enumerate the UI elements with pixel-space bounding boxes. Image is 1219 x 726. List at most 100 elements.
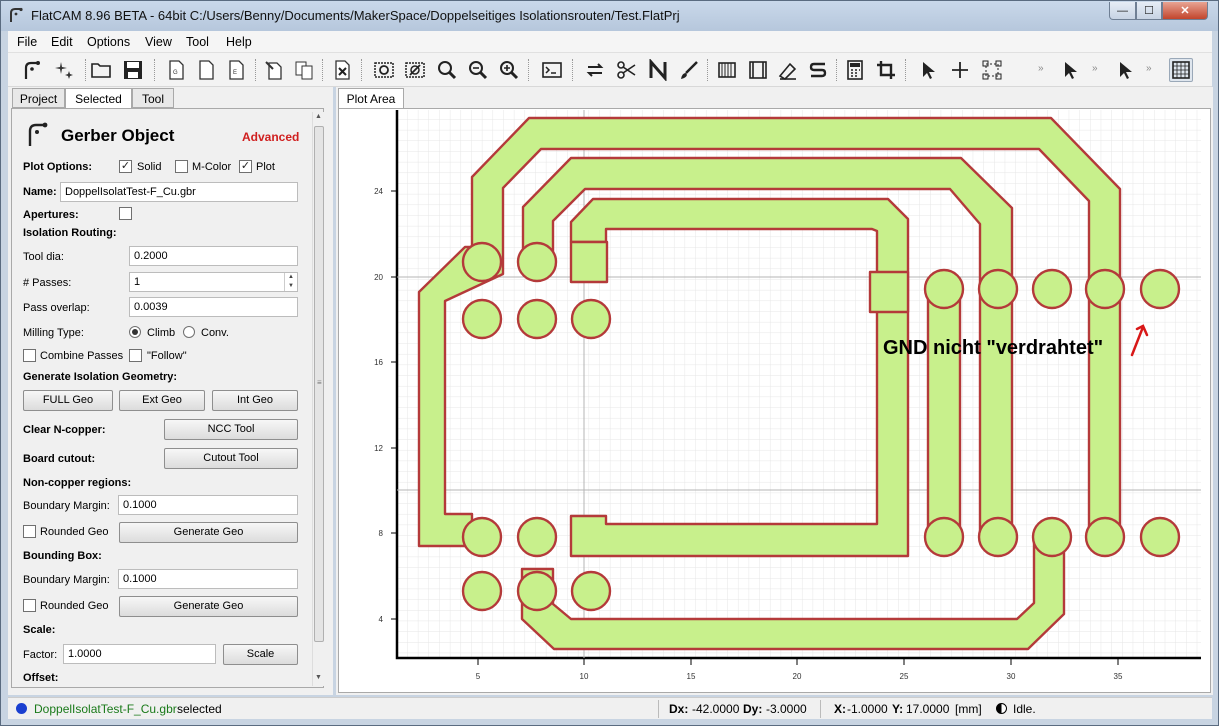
paint-brush-icon[interactable]: [677, 58, 701, 82]
toolbar-overflow-1[interactable]: »: [1038, 63, 1044, 74]
pad: [570, 298, 612, 340]
new-document-icon[interactable]: [194, 58, 218, 82]
scale-button[interactable]: Scale: [223, 644, 298, 665]
substract-icon[interactable]: [806, 58, 830, 82]
select-arrow-icon[interactable]: [1114, 58, 1138, 82]
new-gerber-icon[interactable]: G: [164, 58, 188, 82]
y-tick-label: 4: [379, 615, 384, 624]
close-button[interactable]: ✕: [1162, 2, 1208, 20]
ncc-icon[interactable]: [646, 58, 670, 82]
toolbar-overflow-3[interactable]: »: [1146, 63, 1152, 74]
boundary-margin-field[interactable]: 0.1000: [118, 495, 298, 515]
menu-view[interactable]: View: [145, 35, 172, 49]
spin-arrows-icon[interactable]: ▲ ▼: [284, 273, 297, 291]
factor-field[interactable]: 1.0000: [63, 644, 216, 664]
shell-icon[interactable]: [540, 58, 564, 82]
tab-tool[interactable]: Tool: [132, 88, 174, 108]
panelize-icon[interactable]: [715, 58, 739, 82]
flatcam-logo-icon[interactable]: [20, 58, 44, 82]
bb-margin-field[interactable]: 0.1000: [118, 569, 298, 589]
cutout-tool-button[interactable]: Cutout Tool: [164, 448, 298, 469]
pad: [461, 516, 503, 558]
window-title: FlatCAM 8.96 BETA - 64bit C:/Users/Benny…: [31, 8, 680, 23]
generate-geo-button[interactable]: Generate Geo: [119, 522, 298, 543]
toolbar-overflow-2[interactable]: »: [1092, 63, 1098, 74]
plot-checkbox[interactable]: ✓: [239, 160, 252, 173]
solder-paste-icon[interactable]: [776, 58, 800, 82]
minimize-button[interactable]: —: [1109, 2, 1136, 20]
title-bar: FlatCAM 8.96 BETA - 64bit C:/Users/Benny…: [1, 1, 1218, 31]
cut-icon[interactable]: [615, 58, 639, 82]
flip-icon[interactable]: [583, 58, 607, 82]
conv-radio[interactable]: [183, 326, 195, 338]
clear-plot-icon[interactable]: [403, 58, 427, 82]
climb-radio[interactable]: [129, 326, 141, 338]
plot-options-label: Plot Options:: [23, 161, 93, 173]
menu-file[interactable]: File: [17, 35, 37, 49]
menu-options[interactable]: Options: [87, 35, 130, 49]
delete-object-icon[interactable]: [330, 58, 354, 82]
tab-plot-area[interactable]: Plot Area: [338, 88, 404, 109]
menu-edit[interactable]: Edit: [51, 35, 73, 49]
maximize-button[interactable]: ☐: [1136, 2, 1162, 20]
combine-passes-checkbox[interactable]: [23, 349, 36, 362]
unit-label: [mm]: [955, 702, 982, 716]
menu-help[interactable]: Help: [226, 35, 252, 49]
move-icon[interactable]: [980, 58, 1004, 82]
replot-icon[interactable]: [372, 58, 396, 82]
panel-scrollbar[interactable]: ▲ ≡ ▼: [312, 112, 324, 686]
select-arrow-icon[interactable]: [1059, 58, 1083, 82]
y-value: 17.0000: [906, 702, 950, 716]
film-icon[interactable]: [746, 58, 770, 82]
pad: [977, 516, 1019, 558]
apertures-checkbox[interactable]: [119, 207, 132, 220]
ncc-tool-button[interactable]: NCC Tool: [164, 419, 298, 440]
x-tick-label: 15: [687, 672, 696, 681]
new-excellon-icon[interactable]: E: [224, 58, 248, 82]
tool-dia-label: Tool dia:: [23, 251, 64, 263]
tab-selected[interactable]: Selected: [65, 88, 132, 109]
mcolor-checkbox[interactable]: [175, 160, 188, 173]
bb-rounded-checkbox[interactable]: [23, 599, 36, 612]
tool-dia-field[interactable]: 0.2000: [129, 246, 298, 266]
pad: [516, 298, 558, 340]
add-point-icon[interactable]: [948, 58, 972, 82]
full-geo-button[interactable]: FULL Geo: [23, 390, 113, 411]
zoom-in-icon[interactable]: [497, 58, 521, 82]
pad-square-top-left: [569, 240, 609, 284]
edit-object-icon[interactable]: [262, 58, 286, 82]
follow-checkbox[interactable]: [129, 349, 142, 362]
status-dot-icon: [16, 703, 27, 714]
plot-canvas[interactable]: 24 20 16 12 8 4 5 10 15 20 25 30 35 GND nicht "verd…: [338, 108, 1211, 693]
tab-project[interactable]: Project: [12, 88, 65, 108]
dy-value: -3.0000: [766, 702, 807, 716]
calculator-icon[interactable]: [843, 58, 867, 82]
name-field[interactable]: DoppelIsolatTest-F_Cu.gbr: [60, 182, 298, 202]
crop-icon[interactable]: [874, 58, 898, 82]
solid-checkbox[interactable]: ✓: [119, 160, 132, 173]
int-geo-button[interactable]: Int Geo: [212, 390, 298, 411]
grid-snap-icon[interactable]: [1169, 58, 1193, 82]
zoom-out-icon[interactable]: [466, 58, 490, 82]
bb-generate-button[interactable]: Generate Geo: [119, 596, 298, 617]
pad: [923, 516, 965, 558]
pass-overlap-field[interactable]: 0.0039: [129, 297, 298, 317]
pad: [1139, 516, 1181, 558]
open-folder-icon[interactable]: [89, 58, 113, 82]
status-selected-word: selected: [177, 702, 222, 716]
ext-geo-button[interactable]: Ext Geo: [119, 390, 205, 411]
x-tick-label: 35: [1114, 672, 1123, 681]
copy-object-icon[interactable]: [292, 58, 316, 82]
pad: [516, 516, 558, 558]
menu-tool[interactable]: Tool: [186, 35, 209, 49]
x-tick-label: 20: [793, 672, 802, 681]
pcb-plot[interactable]: 24 20 16 12 8 4 5 10 15 20 25 30 35 GND nicht "verd…: [339, 109, 1210, 692]
passes-spinbox[interactable]: 1: [129, 272, 298, 292]
x-tick-label: 25: [900, 672, 909, 681]
pad: [1084, 268, 1126, 310]
save-icon[interactable]: [121, 58, 145, 82]
select-arrow-icon[interactable]: [917, 58, 941, 82]
rounded-geo-checkbox[interactable]: [23, 525, 36, 538]
zoom-fit-icon[interactable]: [435, 58, 459, 82]
sparkle-icon[interactable]: [52, 58, 76, 82]
